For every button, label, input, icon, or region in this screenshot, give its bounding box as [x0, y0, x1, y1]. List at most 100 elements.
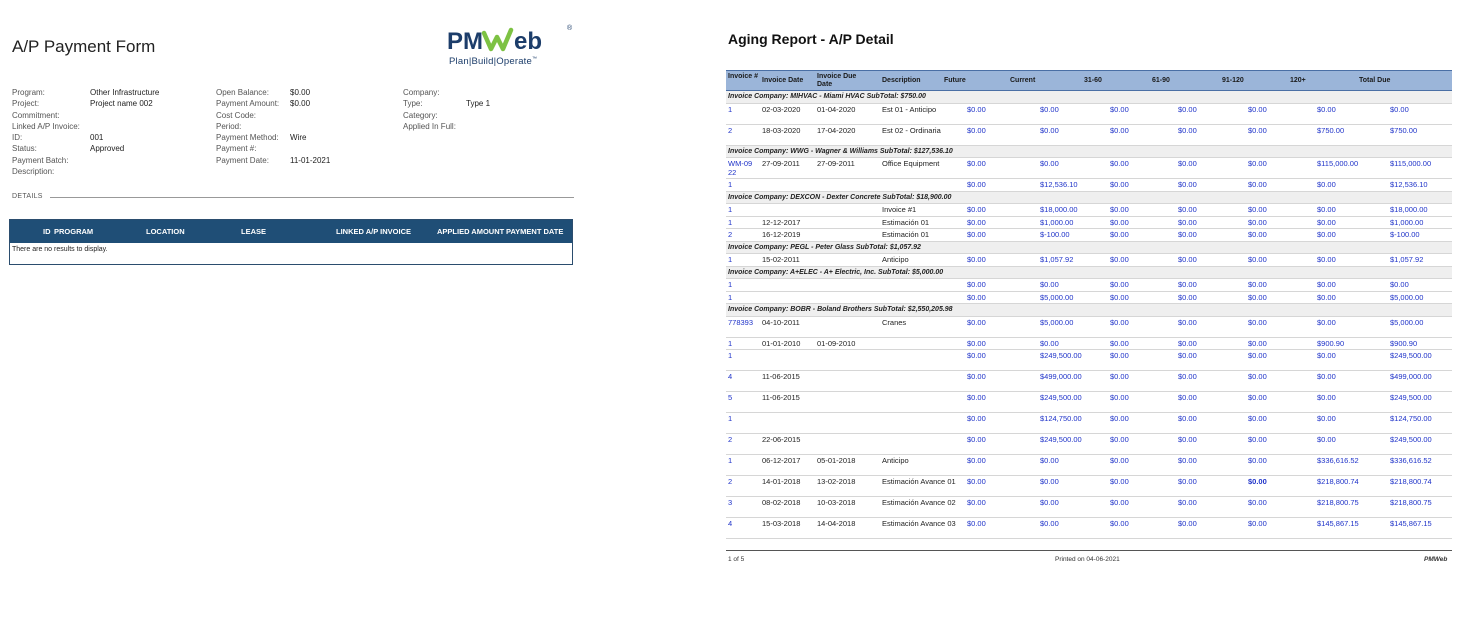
future-amount-cell: $0.00	[967, 498, 986, 507]
total-due-cell: $5,000.00	[1390, 292, 1424, 302]
due-date-cell: 13-02-2018	[817, 477, 856, 486]
form-field-value: Approved	[90, 144, 125, 154]
form-field-label: ID:	[12, 133, 23, 143]
aging-61-90-cell: $0.00	[1178, 477, 1197, 486]
grid-header-payment-date[interactable]: PAYMENT DATE	[506, 227, 563, 236]
form-field-row: Linked A/P Invoice:	[12, 121, 212, 132]
form-field-label: Payment Date:	[216, 155, 269, 165]
table-row: 3 08-02-2018 10-03-2018 Estimación Avance 0…	[726, 497, 1452, 518]
aging-31-60-cell: $0.00	[1110, 414, 1129, 423]
total-due-cell: $145,867.15	[1390, 519, 1432, 528]
company-group-header: Invoice Company: BOBR - Boland Brothers …	[726, 304, 1452, 317]
invoice-date-cell: 14-01-2018	[762, 477, 801, 486]
invoice-number-link[interactable]: 4	[728, 519, 756, 529]
aging-31-60-cell: $0.00	[1110, 351, 1129, 360]
invoice-number-link[interactable]: 1	[728, 351, 756, 361]
table-row: 5 11-06-2015 $0.00 $249,500.00 $0.00 $0.00 $0.…	[726, 392, 1452, 413]
form-field-row: Program: Other Infrastructure	[12, 87, 212, 98]
table-row: 1 01-01-2010 01-09-2010 $0.00 $0.00 $0.00 $0.0…	[726, 338, 1452, 350]
form-field-row: Payment Date: 11-01-2021	[216, 155, 396, 166]
invoice-number-link[interactable]: WM-0922	[728, 159, 756, 177]
invoice-number-link[interactable]: 1	[728, 414, 756, 424]
table-row: 4 11-06-2015 $0.00 $499,000.00 $0.00 $0.00 $0.…	[726, 371, 1452, 392]
current-amount-cell: $124,750.00	[1040, 414, 1082, 423]
aging-61-90-cell: $0.00	[1178, 159, 1197, 168]
invoice-number-link[interactable]: 1	[728, 456, 756, 466]
future-amount-cell: $0.00	[967, 205, 986, 214]
form-field-value: $0.00	[290, 99, 311, 109]
aging-31-60-cell: $0.00	[1110, 519, 1129, 528]
table-row: 1 $0.00 $0.00 $0.00 $0.00 $0.00 $0.00 $0.00	[726, 279, 1452, 292]
col-header-invoice: Invoice #	[728, 73, 758, 80]
report-footer-divider	[726, 550, 1452, 551]
description-cell: Invoice #1	[882, 205, 917, 214]
aging-61-90-cell: $0.00	[1178, 280, 1197, 289]
invoice-number-link[interactable]: 2	[728, 435, 756, 445]
form-field-label: Open Balance:	[216, 88, 269, 97]
grid-header-location[interactable]: LOCATION	[146, 227, 185, 236]
aging-91-120-cell: $0.00	[1248, 180, 1267, 189]
aging-31-60-cell: $0.00	[1110, 180, 1129, 189]
invoice-number-link[interactable]: 1	[728, 280, 756, 290]
form-field-value: Other Infrastructure	[90, 88, 160, 97]
total-due-cell: $0.00	[1390, 280, 1409, 289]
invoice-number-link[interactable]: 1	[728, 293, 756, 303]
grid-header-program[interactable]: PROGRAM	[54, 227, 93, 236]
invoice-number-link[interactable]: 1	[728, 218, 756, 228]
grid-header-id[interactable]: ID	[43, 227, 51, 236]
aging-120-plus-cell: $0.00	[1317, 393, 1336, 402]
invoice-number-link[interactable]: 2	[728, 477, 756, 487]
current-amount-cell: $249,500.00	[1040, 435, 1082, 444]
form-field-row: Commitment:	[12, 110, 212, 121]
invoice-number-link[interactable]: 4	[728, 372, 756, 382]
current-amount-cell: $1,057.92	[1040, 255, 1074, 264]
invoice-number-link[interactable]: 1	[728, 180, 756, 190]
current-amount-cell: $18,000.00	[1040, 205, 1078, 214]
aging-31-60-cell: $0.00	[1110, 159, 1129, 168]
invoice-date-cell: 18-03-2020	[762, 125, 801, 135]
future-amount-cell: $0.00	[967, 180, 986, 189]
table-row: 2 16-12-2019 Estimación 01 $0.00 $-100.00 $0.…	[726, 229, 1452, 242]
form-field-row: Description:	[12, 166, 212, 177]
invoice-number-link[interactable]: 2	[728, 126, 756, 136]
invoice-number-link[interactable]: 1	[728, 205, 756, 215]
current-amount-cell: $12,536.10	[1040, 180, 1078, 189]
future-amount-cell: $0.00	[967, 456, 986, 465]
invoice-date-cell: 27-09-2011	[762, 159, 800, 168]
invoice-number-link[interactable]: 1	[728, 105, 756, 115]
grid-header-linked-invoice[interactable]: LINKED A/P INVOICE	[336, 227, 411, 236]
invoice-date-cell: 15-02-2011	[762, 255, 800, 264]
form-field-value: Project name 002	[90, 99, 153, 109]
invoice-date-cell: 06-12-2017	[762, 456, 801, 465]
current-amount-cell: $249,500.00	[1040, 351, 1082, 360]
invoice-number-link[interactable]: 3	[728, 498, 756, 508]
form-field-label: Payment Amount:	[216, 99, 280, 109]
aging-report-table: Invoice # Invoice Date Invoice Due Date …	[726, 70, 1452, 539]
invoice-number-link[interactable]: 5	[728, 393, 756, 403]
aging-91-120-cell: $0.00	[1248, 255, 1267, 264]
description-cell: Est 02 - Ordinaria	[882, 125, 941, 135]
aging-91-120-cell: $0.00	[1248, 414, 1267, 423]
grid-header-applied-amount[interactable]: APPLIED AMOUNT	[437, 227, 504, 236]
pmweb-logo: PM eb ® Plan|Build|Operate™	[447, 25, 577, 71]
current-amount-cell: $0.00	[1040, 498, 1059, 507]
total-due-cell: $124,750.00	[1390, 414, 1432, 423]
invoice-number-link[interactable]: 2	[728, 230, 756, 240]
aging-61-90-cell: $0.00	[1178, 456, 1197, 465]
svg-text:PM: PM	[447, 28, 483, 55]
invoice-number-link[interactable]: 1	[728, 339, 756, 349]
invoice-number-link[interactable]: 1	[728, 255, 756, 265]
aging-91-120-cell: $0.00	[1248, 292, 1267, 302]
aging-61-90-cell: $0.00	[1178, 255, 1197, 264]
total-due-cell: $336,616.52	[1390, 456, 1432, 465]
future-amount-cell: $0.00	[967, 372, 986, 381]
grid-header-lease[interactable]: LEASE	[241, 227, 266, 236]
aging-61-90-cell: $0.00	[1178, 125, 1197, 135]
grid-empty-message: There are no results to display.	[12, 246, 108, 253]
logo-tagline-text: Plan|Build|Operate	[449, 56, 533, 68]
invoice-number-link[interactable]: 778393	[728, 318, 756, 328]
future-amount-cell: $0.00	[967, 125, 986, 135]
form-field-label: Program:	[12, 88, 45, 97]
form-field-row: Type: Type 1	[403, 98, 583, 109]
company-group-header: Invoice Company: PEGL - Peter Glass SubT…	[726, 241, 1452, 254]
